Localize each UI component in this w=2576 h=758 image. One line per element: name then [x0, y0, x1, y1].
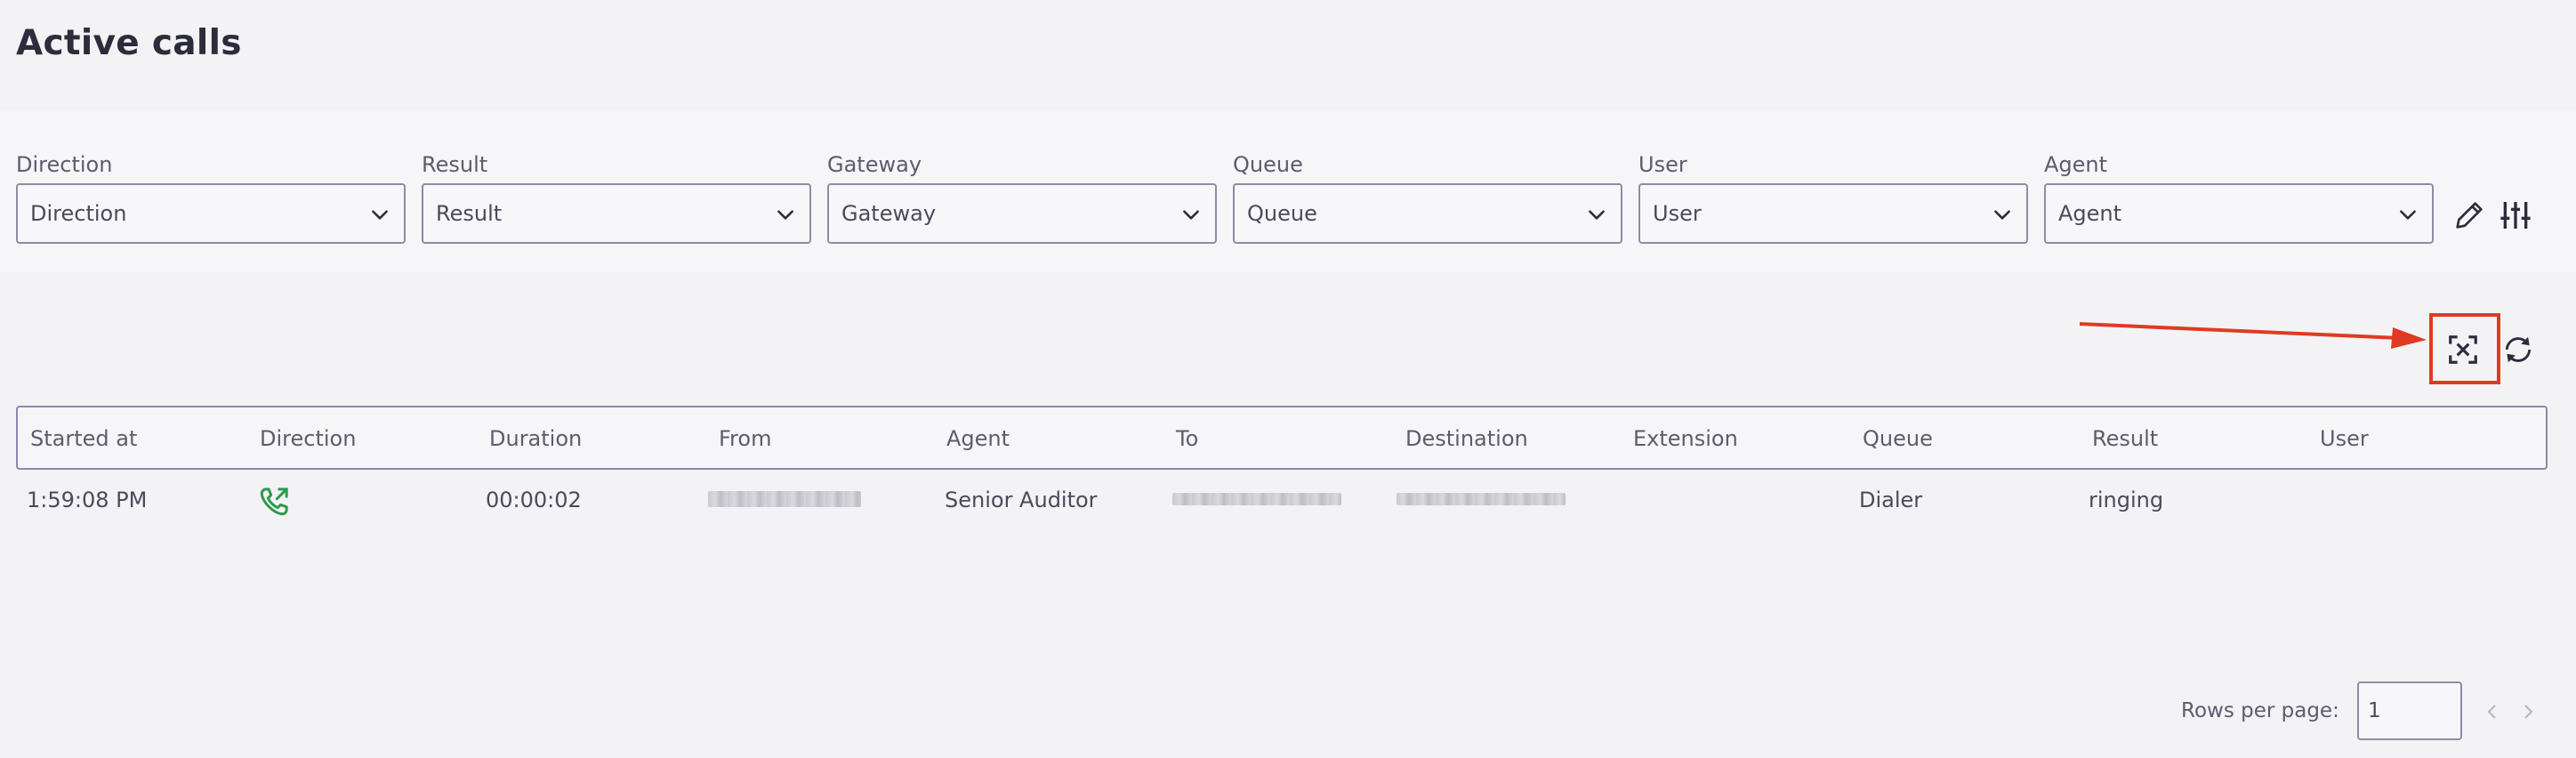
outgoing-call-icon [260, 488, 288, 516]
column-header-result[interactable]: Result [2092, 426, 2158, 451]
select-value: Direction [30, 201, 127, 226]
filter-panel: Direction Direction Result Result Gatewa… [0, 110, 2576, 272]
chevron-down-icon [2400, 210, 2416, 220]
agent-select[interactable]: Agent [2044, 183, 2434, 244]
select-value: Result [436, 201, 503, 226]
page-title: Active calls [16, 23, 242, 63]
filter-label: Gateway [827, 152, 922, 177]
cell-from-redacted [708, 491, 861, 507]
column-header-from[interactable]: From [719, 426, 771, 451]
select-value: Agent [2058, 201, 2122, 226]
filter-result: Result Result [422, 151, 815, 244]
column-header-queue[interactable]: Queue [1863, 426, 1933, 451]
filter-label: Agent [2044, 152, 2108, 177]
select-value: Gateway [841, 201, 937, 226]
rows-per-page-label: Rows per page: [2181, 699, 2339, 722]
rows-per-page-input[interactable] [2357, 681, 2462, 740]
user-select[interactable]: User [1638, 183, 2028, 244]
filter-agent: Agent Agent [2044, 151, 2437, 244]
column-header-extension[interactable]: Extension [1633, 426, 1738, 451]
queue-select[interactable]: Queue [1233, 183, 1622, 244]
filter-user: User User [1638, 151, 2032, 244]
column-header-user[interactable]: User [2320, 426, 2369, 451]
cell-to-redacted [1172, 493, 1341, 505]
gateway-select[interactable]: Gateway [827, 183, 1217, 244]
column-header-destination[interactable]: Destination [1405, 426, 1528, 451]
column-header-started-at[interactable]: Started at [30, 426, 137, 451]
pencil-icon[interactable] [2451, 196, 2487, 235]
annotation-arrow [2079, 322, 2427, 349]
filter-label: Result [422, 152, 488, 177]
table-header: Started at Direction Duration From Agent… [16, 406, 2548, 470]
filter-direction: Direction Direction [16, 151, 409, 244]
filter-queue: Queue Queue [1233, 151, 1626, 244]
chevron-down-icon [1589, 210, 1605, 220]
filter-label: User [1638, 152, 1687, 177]
chevron-down-icon [1994, 210, 2010, 220]
cell-agent: Senior Auditor [945, 488, 1098, 512]
chevron-down-icon [777, 210, 793, 220]
table-row[interactable]: 1:59:08 PM 00:00:02 Senior Auditor Diale… [16, 470, 2548, 532]
refresh-icon[interactable] [2501, 333, 2535, 367]
column-header-to[interactable]: To [1176, 426, 1198, 451]
chevron-right-icon[interactable] [2517, 699, 2539, 724]
column-header-duration[interactable]: Duration [489, 426, 582, 451]
result-select[interactable]: Result [422, 183, 811, 244]
column-header-direction[interactable]: Direction [260, 426, 356, 451]
direction-select[interactable]: Direction [16, 183, 406, 244]
page-header: Active calls [0, 0, 2576, 100]
chevron-down-icon [372, 210, 388, 220]
fullscreen-icon[interactable] [2446, 333, 2480, 367]
filter-label: Direction [16, 152, 113, 177]
chevron-down-icon [1183, 210, 1199, 220]
filter-label: Queue [1233, 152, 1303, 177]
cell-result: ringing [2089, 488, 2164, 512]
chevron-left-icon[interactable] [2482, 699, 2503, 724]
select-value: Queue [1247, 201, 1317, 226]
cell-duration: 00:00:02 [486, 488, 582, 512]
sliders-icon[interactable] [2498, 196, 2533, 235]
cell-started-at: 1:59:08 PM [27, 488, 148, 512]
cell-queue: Dialer [1859, 488, 1923, 512]
active-calls-table: Started at Direction Duration From Agent… [16, 406, 2548, 532]
filter-gateway: Gateway Gateway [827, 151, 1220, 244]
cell-destination-redacted [1397, 493, 1566, 505]
select-value: User [1653, 201, 1702, 226]
column-header-agent[interactable]: Agent [946, 426, 1010, 451]
